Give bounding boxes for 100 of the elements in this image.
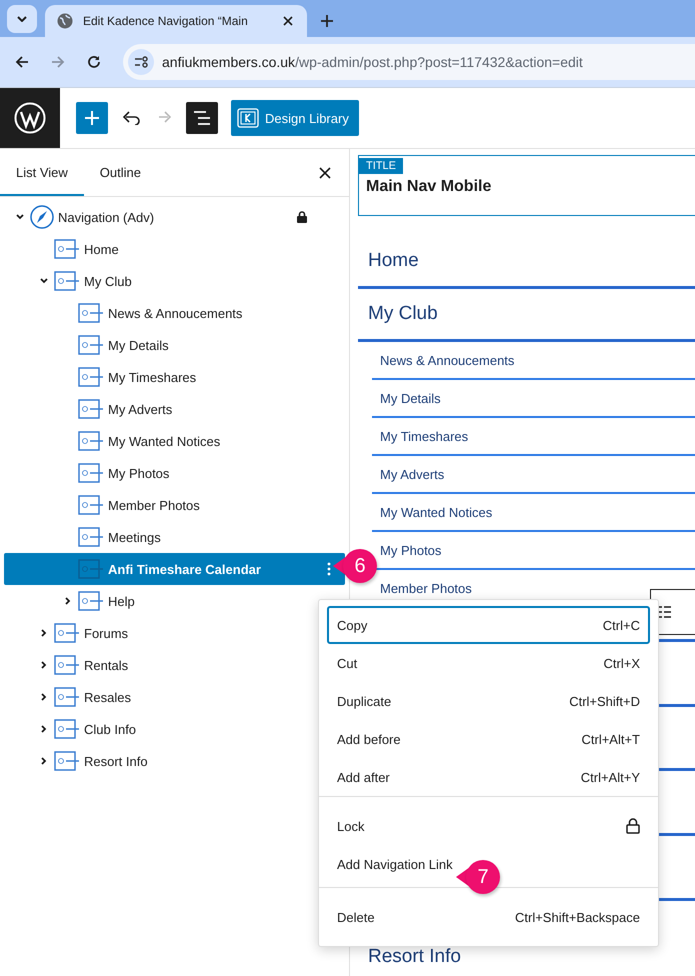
close-icon[interactable] [283, 16, 293, 26]
panel-tab[interactable]: List View [0, 149, 84, 196]
tree-label: Navigation (Adv) [58, 210, 154, 224]
tree-item[interactable]: Resort Info [4, 745, 156, 777]
link-block-icon [54, 751, 80, 771]
browser-tab[interactable]: Edit Kadence Navigation “Main [45, 5, 307, 37]
tree-label: Anfi Timeshare Calendar [108, 562, 261, 576]
tree-item[interactable]: Help [4, 585, 143, 617]
tree-item[interactable]: News & Annoucements [4, 297, 250, 329]
wordpress-icon [14, 102, 46, 134]
tree-label: Resales [84, 690, 131, 704]
compass-icon [30, 205, 54, 229]
address-text: anfiukmembers.co.uk/wp-admin/post.php?post=117432&action=edit [162, 54, 583, 70]
menu-item[interactable]: Duplicate Ctrl+Shift+D [327, 682, 650, 720]
link-block-icon [54, 687, 80, 707]
link-block-icon [54, 271, 80, 291]
tab-list-button[interactable] [7, 5, 37, 33]
link-block-icon [78, 559, 104, 579]
tree-item[interactable]: My Photos [4, 457, 178, 489]
tree-label: My Timeshares [108, 370, 196, 384]
chevron-right-icon[interactable] [39, 628, 49, 638]
menu-item[interactable]: Add before Ctrl+Alt+T [327, 720, 650, 758]
chevron-down-icon[interactable] [15, 212, 25, 222]
link-block-icon [78, 527, 104, 547]
tree-label: Resort Info [84, 754, 148, 768]
link-block-icon [78, 367, 104, 387]
link-block-icon [78, 591, 104, 611]
tree-item[interactable]: Resales [4, 681, 139, 713]
wordpress-logo[interactable] [0, 88, 60, 148]
submenu-link[interactable]: My Adverts [380, 466, 444, 482]
new-tab-icon[interactable] [321, 15, 333, 27]
site-settings-icon[interactable] [128, 49, 154, 75]
tree-item[interactable]: Meetings [4, 521, 169, 553]
submenu-link[interactable]: News & Annoucements [380, 352, 514, 368]
submenu-link[interactable]: My Timeshares [380, 428, 468, 444]
globe-icon [57, 13, 73, 29]
link-block-icon [54, 623, 80, 643]
tab-title: Edit Kadence Navigation “Main [83, 14, 249, 28]
chevron-right-icon[interactable] [39, 692, 49, 702]
document-overview-button[interactable] [186, 102, 218, 134]
menu-item[interactable]: Add after Ctrl+Alt+Y [327, 758, 650, 796]
tree-item[interactable]: My Adverts [4, 393, 180, 425]
tree-label: My Details [108, 338, 169, 352]
tree-item[interactable]: Rentals [4, 649, 136, 681]
tree-item[interactable]: Navigation (Adv) [4, 201, 345, 233]
add-block-button[interactable] [76, 102, 108, 134]
tree-label: My Photos [108, 466, 170, 480]
tree-item[interactable]: My Wanted Notices [4, 425, 228, 457]
tree-item[interactable]: Forums [4, 617, 136, 649]
menu-title: Main Nav Mobile [365, 177, 492, 197]
tree-label: Club Info [84, 722, 136, 736]
tree-item[interactable]: Club Info [4, 713, 144, 745]
panel-tab[interactable]: Outline [84, 149, 157, 196]
link-block-icon [78, 463, 104, 483]
undo-icon[interactable] [122, 111, 140, 125]
menu-item[interactable]: Copy Ctrl+C [327, 606, 650, 644]
tree-item[interactable]: Member Photos [4, 489, 208, 521]
plus-icon [85, 111, 99, 125]
menu-link[interactable]: Home [368, 250, 419, 272]
tree-label: Rentals [84, 658, 128, 672]
list-icon[interactable] [659, 606, 671, 618]
link-block-icon [54, 719, 80, 739]
link-block-icon [54, 655, 80, 675]
lock-icon [297, 211, 307, 223]
submenu-link[interactable]: My Wanted Notices [380, 504, 492, 520]
chevron-down-icon[interactable] [39, 276, 49, 286]
tree-label: My Adverts [108, 402, 172, 416]
submenu-link[interactable]: My Photos [380, 542, 442, 558]
reload-icon[interactable] [87, 55, 101, 69]
tree-item[interactable]: My Timeshares [4, 361, 204, 393]
address-field[interactable]: anfiukmembers.co.uk/wp-admin/post.php?post=117432&action=edit [123, 44, 695, 80]
chevron-right-icon[interactable] [39, 660, 49, 670]
link-block-icon [78, 399, 104, 419]
close-icon[interactable] [319, 166, 331, 178]
menu-link[interactable]: My Club [368, 303, 438, 325]
menu-item[interactable]: Lock [327, 807, 650, 845]
design-library-button[interactable]: Design Library [231, 100, 359, 136]
tree-item[interactable]: My Details [4, 329, 177, 361]
menu-link[interactable]: Resort Info [368, 946, 461, 968]
submenu-link[interactable]: Member Photos [380, 580, 472, 596]
tree-label: Meetings [108, 530, 161, 544]
tree-label: Help [108, 594, 135, 608]
tree-item[interactable]: Anfi Timeshare Calendar [4, 553, 345, 585]
chevron-right-icon[interactable] [39, 724, 49, 734]
chevron-down-icon [17, 16, 27, 22]
list-icon [194, 111, 210, 125]
link-block-icon [78, 303, 104, 323]
submenu-link[interactable]: My Details [380, 390, 441, 406]
menu-item[interactable]: Cut Ctrl+X [327, 644, 650, 682]
chevron-right-icon[interactable] [63, 596, 73, 606]
tree-item[interactable]: Home [4, 233, 127, 265]
back-icon[interactable] [15, 55, 29, 69]
more-vertical-icon [327, 562, 331, 576]
link-block-icon [78, 495, 104, 515]
menu-item[interactable]: Delete Ctrl+Shift+Backspace [327, 898, 650, 936]
library-icon [237, 108, 259, 128]
link-block-icon [78, 431, 104, 451]
tree-item[interactable]: My Club [4, 265, 140, 297]
tree-label: Home [84, 242, 119, 256]
chevron-right-icon[interactable] [39, 756, 49, 766]
